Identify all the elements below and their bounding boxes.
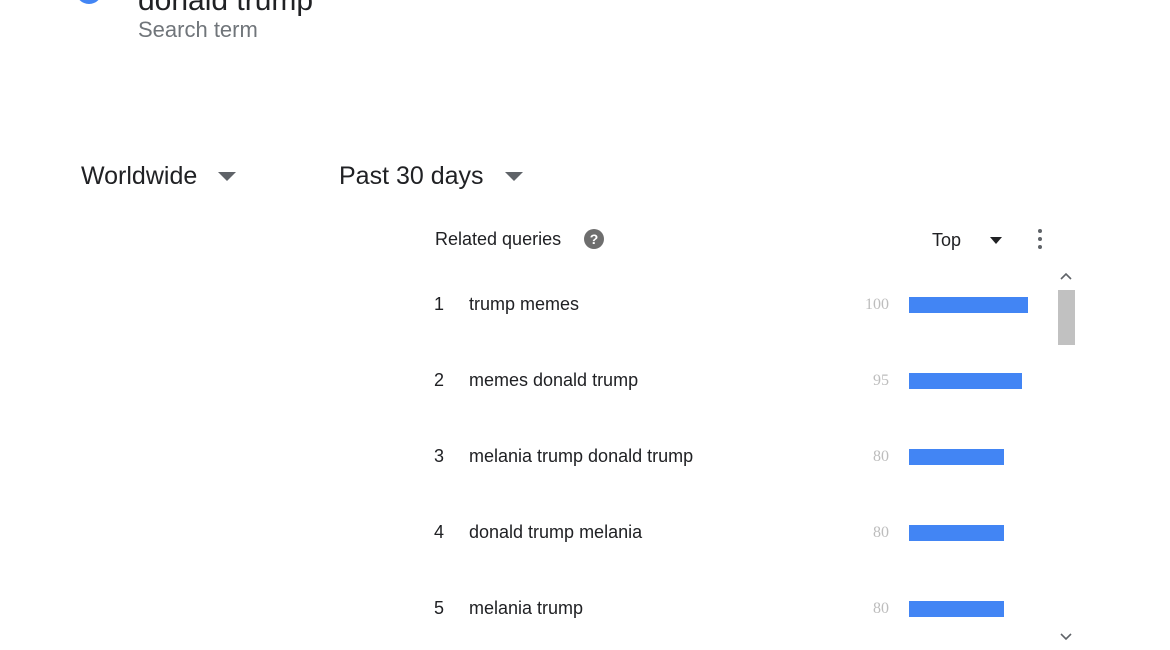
query-value-bar <box>909 449 1004 465</box>
query-link[interactable]: donald trump melania <box>469 522 642 543</box>
help-circle-icon[interactable]: ? <box>584 229 604 249</box>
query-link[interactable]: melania trump <box>469 598 583 619</box>
query-row[interactable]: 5 melania trump 80 <box>0 594 1060 624</box>
widget-title: Related queries <box>435 229 562 249</box>
query-value-bar <box>909 525 1004 541</box>
query-rank: 4 <box>434 522 445 542</box>
search-term-subtitle: Search term <box>138 17 258 42</box>
query-rank: 3 <box>434 446 445 466</box>
query-value: 80 <box>873 524 889 541</box>
query-link[interactable]: melania trump donald trump <box>469 446 693 467</box>
series-color-dot <box>76 0 102 4</box>
query-rank: 1 <box>434 294 445 314</box>
query-value: 95 <box>873 372 889 389</box>
query-value: 80 <box>873 448 889 465</box>
query-row[interactable]: 3 melania trump donald trump 80 <box>0 442 1060 472</box>
query-value-bar <box>909 373 1022 389</box>
sort-dropdown-label: Top <box>932 229 962 250</box>
query-value: 80 <box>873 600 889 617</box>
chevron-up-icon[interactable] <box>1058 268 1074 284</box>
query-link[interactable]: memes donald trump <box>469 370 638 391</box>
more-vert-icon[interactable] <box>1032 227 1048 251</box>
time-range-picker[interactable]: Past 30 days <box>339 160 523 192</box>
chevron-down-icon[interactable] <box>1058 629 1074 645</box>
scrollbar-thumb[interactable] <box>1058 290 1075 345</box>
query-value-bar <box>909 601 1004 617</box>
sort-dropdown[interactable]: Top <box>932 228 1003 252</box>
query-rank: 5 <box>434 598 445 618</box>
time-range-picker-label: Past 30 days <box>339 161 484 190</box>
search-term-title: donald trump <box>138 0 314 17</box>
query-link[interactable]: trump memes <box>469 294 579 315</box>
arrow-drop-down-icon <box>990 236 1003 244</box>
arrow-drop-down-icon <box>504 171 523 181</box>
query-row[interactable]: 2 memes donald trump 95 <box>0 366 1060 396</box>
query-row[interactable]: 1 trump memes 100 <box>0 290 1060 320</box>
arrow-drop-down-icon <box>218 171 237 181</box>
query-row[interactable]: 4 donald trump melania 80 <box>0 518 1060 548</box>
query-value-bar <box>909 297 1028 313</box>
geo-picker-label: Worldwide <box>81 161 198 190</box>
query-value: 100 <box>865 296 889 313</box>
geo-picker[interactable]: Worldwide <box>81 160 237 192</box>
query-rank: 2 <box>434 370 445 390</box>
